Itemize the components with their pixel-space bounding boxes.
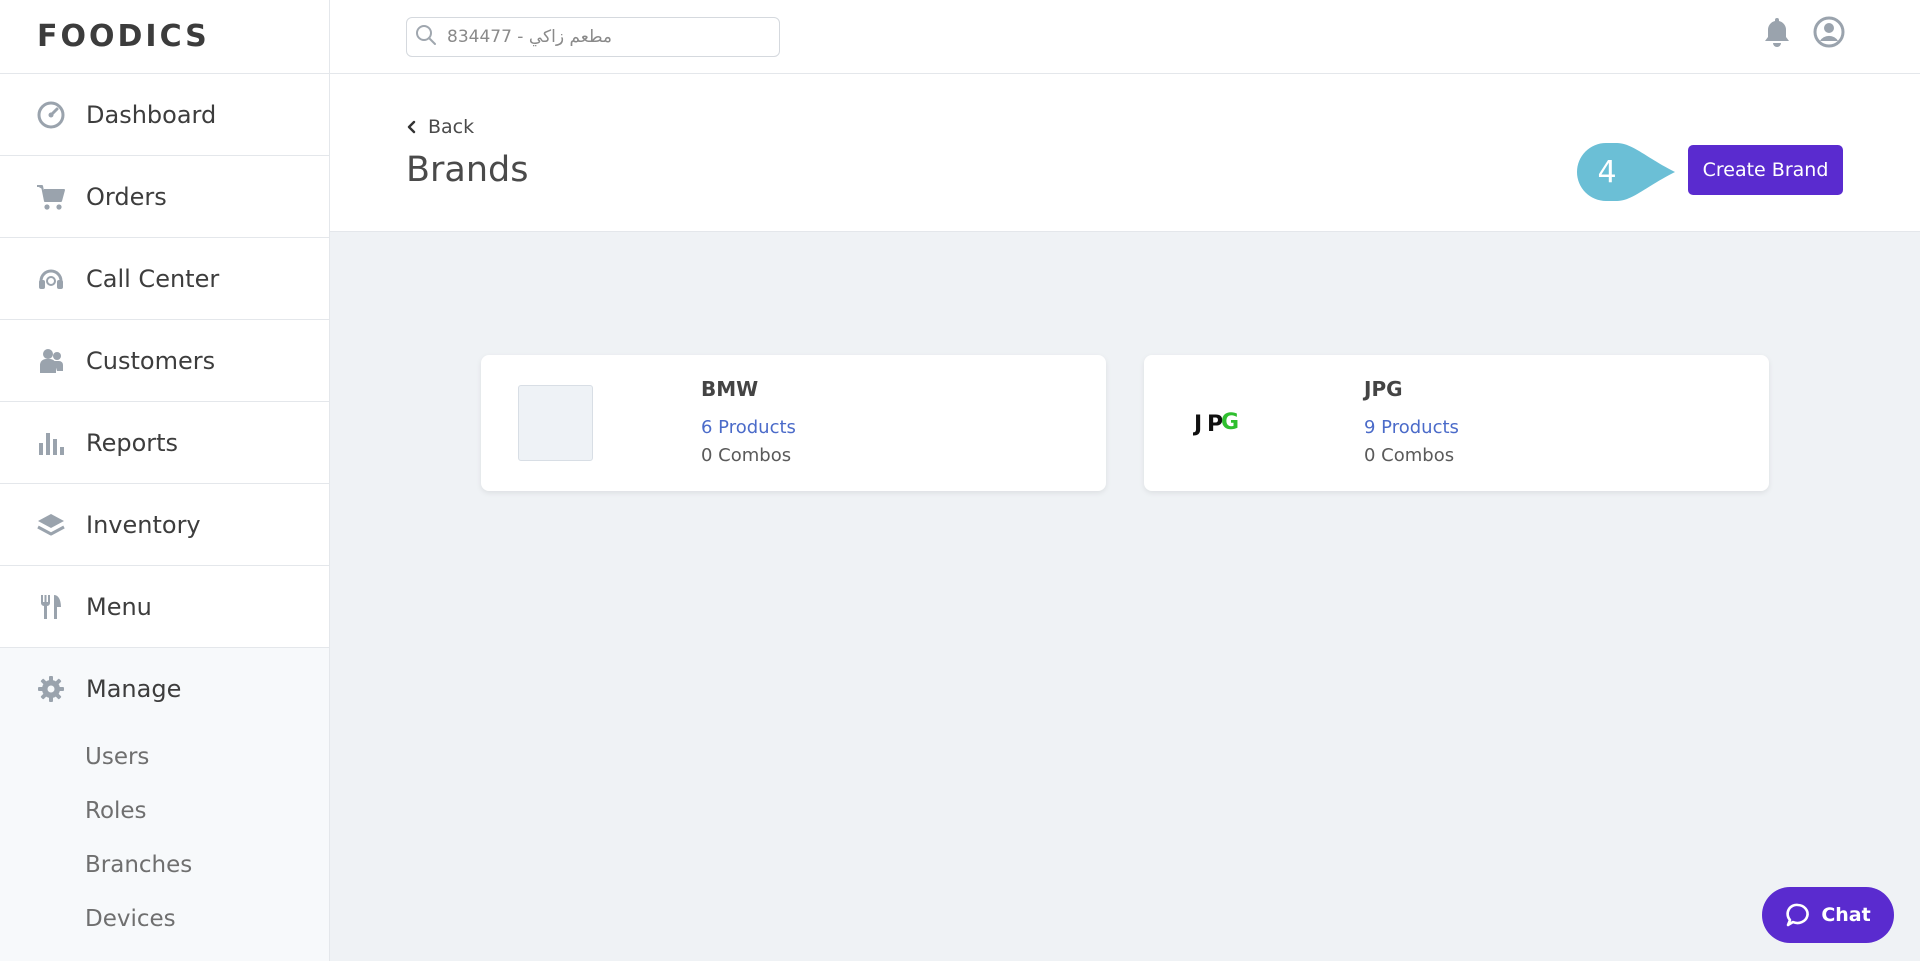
sidebar-item-orders[interactable]: Orders [0,156,329,238]
chat-button[interactable]: Chat [1762,887,1894,943]
sidebar-item-label: Manage [86,675,182,703]
sidebar-item-manage[interactable]: Manage [0,648,329,730]
sidebar-subitem-roles[interactable]: Roles [0,784,329,838]
brand-card-bmw[interactable]: BMW 6 Products 0 Combos [481,355,1106,491]
sidebar-item-inventory[interactable]: Inventory [0,484,329,566]
search-input[interactable] [445,26,769,48]
sidebar-subitem-discounts[interactable]: Discounts [0,946,329,961]
top-bar [330,0,1920,74]
brand-products-link[interactable]: 9 Products [1364,417,1459,438]
sidebar-subitem-users[interactable]: Users [0,730,329,784]
sidebar-item-label: Dashboard [86,100,217,129]
customers-icon [36,346,66,376]
svg-text:J: J [1193,412,1202,436]
gear-icon [36,674,66,704]
sidebar-item-menu[interactable]: Menu [0,566,329,648]
brand-combos: 0 Combos [701,445,792,466]
search-icon [415,24,437,50]
brand-card-jpg[interactable]: J P G JPG 9 Products 0 Combos [1144,355,1769,491]
sidebar-item-dashboard[interactable]: Dashboard [0,74,329,156]
user-avatar-icon[interactable] [1813,16,1845,52]
chat-bubble-icon [1786,903,1810,927]
sidebar-item-label: Reports [86,428,179,457]
brand-logo-placeholder [518,385,593,461]
cart-icon [36,182,66,212]
foodics-logo[interactable]: FOODICS [0,0,329,74]
brand-products-link[interactable]: 6 Products [701,417,796,438]
back-link[interactable]: Back [406,116,474,138]
dashboard-icon [36,100,66,130]
sidebar-item-label: Inventory [86,510,201,539]
brand-logo-jpg: J P G [1181,385,1256,461]
chat-label: Chat [1821,904,1871,926]
sidebar-item-customers[interactable]: Customers [0,320,329,402]
page-header: Back Brands 4 Create Brand [330,74,1920,232]
sidebar-item-call-center[interactable]: Call Center [0,238,329,320]
create-brand-button[interactable]: Create Brand [1688,145,1843,195]
headset-icon [36,264,66,294]
sidebar-item-label: Orders [86,182,167,211]
sidebar-item-label: Call Center [86,264,220,293]
cutlery-icon [36,592,66,622]
brand-combos: 0 Combos [1364,445,1455,466]
sidebar-manage-section: Manage Users Roles Branches Devices Disc… [0,648,329,961]
sidebar-item-reports[interactable]: Reports [0,402,329,484]
bell-icon[interactable] [1762,16,1792,52]
back-label: Back [428,116,475,138]
chart-icon [36,428,66,458]
sidebar-item-label: Menu [86,592,152,621]
chevron-left-icon [407,120,416,134]
sidebar-subitem-branches[interactable]: Branches [0,838,329,892]
svg-text:G: G [1221,410,1239,435]
sidebar: FOODICS Dashboard Orders Call Center Cus… [0,0,330,961]
page-title: Brands [406,150,529,190]
step-badge: 4 [1577,143,1677,205]
search-box[interactable] [406,17,780,57]
step-number: 4 [1597,154,1617,190]
brand-name: JPG [1364,377,1403,401]
sidebar-subitem-devices[interactable]: Devices [0,892,329,946]
layers-icon [36,510,66,540]
brand-name: BMW [701,377,759,401]
sidebar-item-label: Customers [86,346,216,375]
